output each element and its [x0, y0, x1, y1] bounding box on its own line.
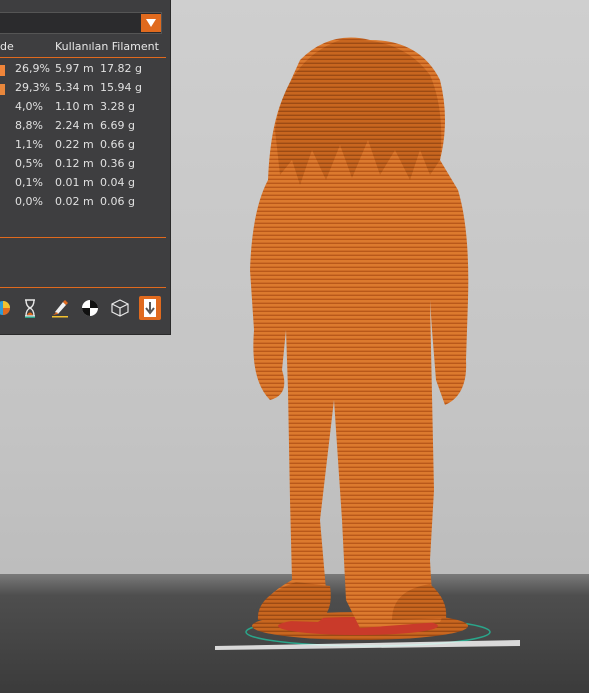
- filament-row: 4,0% 1.10 m 3.28 g: [0, 98, 170, 117]
- usage-percent: 0,1%: [15, 176, 43, 189]
- filament-length: 5.34 m: [55, 81, 94, 94]
- filament-weight: 3.28 g: [100, 100, 135, 113]
- chevron-down-icon[interactable]: [141, 14, 161, 32]
- filament-length: 0.22 m: [55, 138, 94, 151]
- filament-length: 5.97 m: [55, 62, 94, 75]
- filament-row: 0,0% 0.02 m 0.06 g: [0, 193, 170, 212]
- contrast-circle-icon[interactable]: [79, 296, 101, 320]
- usage-percent: 8,8%: [15, 119, 43, 132]
- filament-row: 0,5% 0.12 m 0.36 g: [0, 155, 170, 174]
- view-toolbar: [0, 296, 170, 324]
- toolbar-divider: [0, 287, 166, 288]
- filament-row: 26,9% 5.97 m 17.82 g: [0, 60, 170, 79]
- header-divider: [0, 57, 166, 58]
- filament-length: 0.12 m: [55, 157, 94, 170]
- usage-percent: 29,3%: [15, 81, 50, 94]
- filament-row: 0,1% 0.01 m 0.04 g: [0, 174, 170, 193]
- usage-percent: 0,0%: [15, 195, 43, 208]
- wireframe-cube-icon[interactable]: [109, 296, 131, 320]
- filament-weight: 15.94 g: [100, 81, 142, 94]
- usage-percent: 26,9%: [15, 62, 50, 75]
- usage-percent: 1,1%: [15, 138, 43, 151]
- paint-brush-icon[interactable]: [49, 296, 71, 320]
- filament-row: 29,3% 5.34 m 15.94 g: [0, 79, 170, 98]
- column-header-usage: de: [0, 40, 14, 53]
- filament-length: 2.24 m: [55, 119, 94, 132]
- filament-row: 1,1% 0.22 m 0.66 g: [0, 136, 170, 155]
- usage-percent: 0,5%: [15, 157, 43, 170]
- filament-length: 1.10 m: [55, 100, 94, 113]
- color-swatch: [0, 65, 5, 76]
- color-swatch: [0, 84, 5, 95]
- usage-percent: 4,0%: [15, 100, 43, 113]
- color-wheel-icon[interactable]: [0, 296, 14, 320]
- filament-weight: 6.69 g: [100, 119, 135, 132]
- filament-row: 8,8% 2.24 m 6.69 g: [0, 117, 170, 136]
- section-divider: [0, 237, 166, 238]
- filament-weight: 0.04 g: [100, 176, 135, 189]
- download-arrow-icon[interactable]: [139, 296, 161, 320]
- figure-left-foot: [257, 582, 331, 622]
- hourglass-icon[interactable]: [19, 296, 41, 320]
- filament-weight: 0.66 g: [100, 138, 135, 151]
- filament-weight: 0.06 g: [100, 195, 135, 208]
- filament-length: 0.02 m: [55, 195, 94, 208]
- slice-info-panel: de Kullanılan Filament 26,9% 5.97 m 17.82 …: [0, 0, 171, 335]
- filament-weight: 17.82 g: [100, 62, 142, 75]
- column-header-used-filament: Kullanılan Filament: [55, 40, 159, 53]
- view-type-combo[interactable]: [0, 12, 162, 34]
- filament-length: 0.01 m: [55, 176, 94, 189]
- plate-glare: [215, 640, 520, 650]
- filament-weight: 0.36 g: [100, 157, 135, 170]
